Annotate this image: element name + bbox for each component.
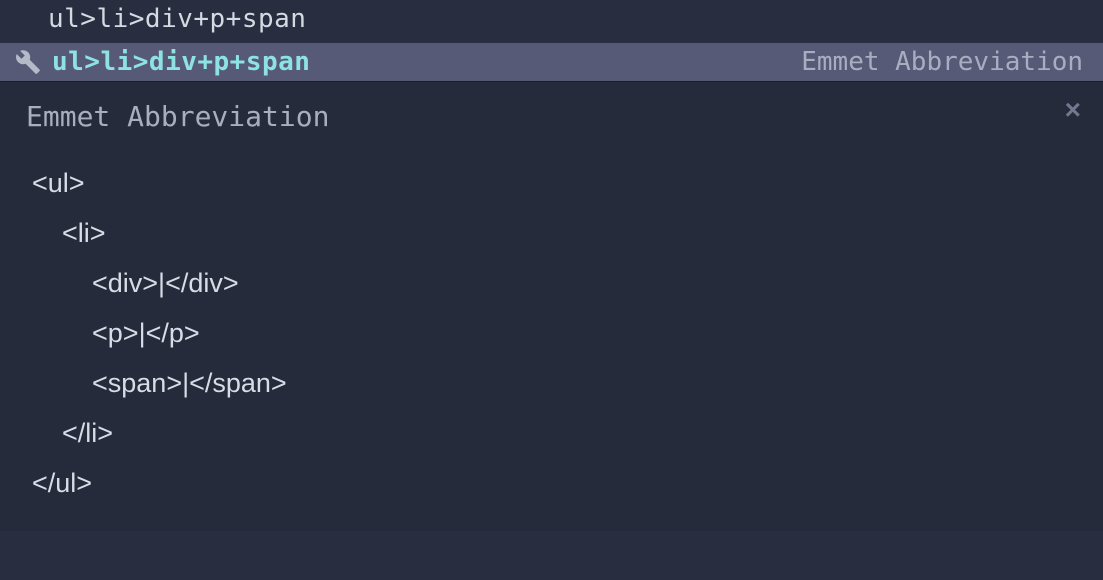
wrench-icon <box>14 48 42 76</box>
editor-area: ul>li>div+p+span <box>0 0 1103 42</box>
suggestion-type-label: Emmet Abbreviation <box>801 47 1083 77</box>
code-expansion-preview: <ul> <li> <div>|</div> <p>|</p> <span>|<… <box>26 159 1077 509</box>
documentation-preview-panel: Emmet Abbreviation × <ul> <li> <div>|</d… <box>0 81 1103 531</box>
suggestion-content: ul>li>div+p+span <box>14 47 310 77</box>
preview-title: Emmet Abbreviation <box>26 100 1077 133</box>
editor-input-line[interactable]: ul>li>div+p+span <box>4 4 1099 42</box>
autocomplete-suggestion-row[interactable]: ul>li>div+p+span Emmet Abbreviation <box>0 42 1103 81</box>
suggestion-abbreviation-text: ul>li>div+p+span <box>52 47 310 77</box>
close-icon[interactable]: × <box>1065 96 1081 124</box>
